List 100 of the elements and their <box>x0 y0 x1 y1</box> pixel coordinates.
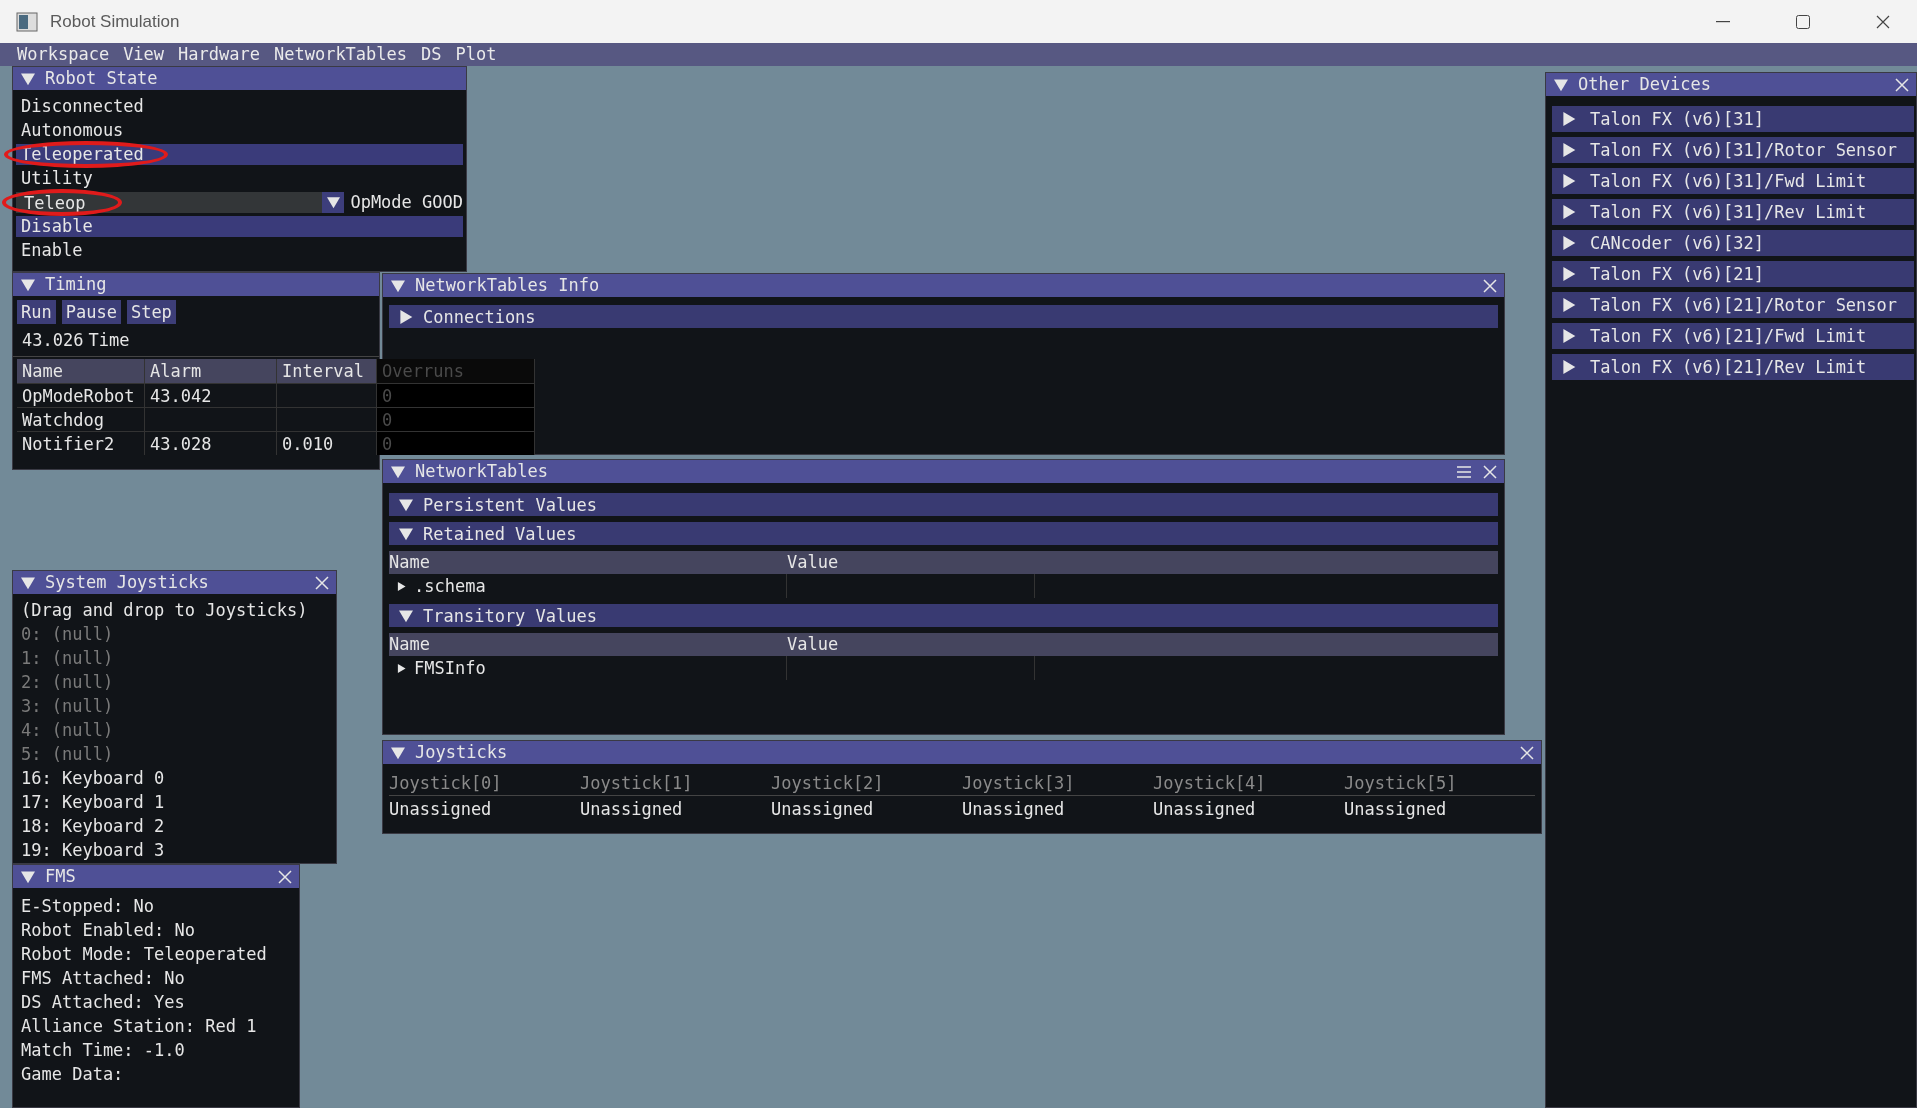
expand-triangle-icon[interactable] <box>1562 298 1576 312</box>
section-header[interactable]: Transitory Values <box>389 604 1498 627</box>
window-title-bar[interactable]: Robot State <box>13 67 466 90</box>
expand-triangle-icon[interactable] <box>1562 329 1576 343</box>
device-item[interactable]: CANcoder (v6)[32] <box>1552 230 1914 256</box>
mode-option[interactable]: Autonomous <box>16 120 463 141</box>
mode-option[interactable]: Disconnected <box>16 96 463 117</box>
device-item[interactable]: Talon FX (v6)[21] <box>1552 261 1914 287</box>
opmode-dropdown[interactable]: Teleop <box>16 192 345 213</box>
device-item[interactable]: Talon FX (v6)[21]/Fwd Limit <box>1552 323 1914 349</box>
window-title-bar[interactable]: NetworkTables <box>383 460 1504 483</box>
collapse-triangle-icon[interactable] <box>21 575 35 590</box>
section-header[interactable]: Persistent Values <box>389 493 1498 516</box>
mode-option[interactable]: Teleoperated <box>16 144 463 165</box>
collapse-triangle-icon[interactable] <box>326 196 340 209</box>
column-header: Name <box>17 359 145 383</box>
window-title: FMS <box>45 865 77 888</box>
collapse-triangle-icon[interactable] <box>21 277 35 292</box>
fms-status-line: Robot Mode: Teleoperated <box>20 943 268 966</box>
joystick-value: Unassigned <box>1153 798 1257 821</box>
joystick-value: Unassigned <box>962 798 1066 821</box>
collapse-triangle-icon[interactable] <box>391 464 405 479</box>
window-title-bar[interactable]: FMS <box>13 865 299 888</box>
expand-triangle-icon[interactable] <box>1562 205 1576 219</box>
device-item[interactable]: Talon FX (v6)[21]/Rev Limit <box>1552 354 1914 380</box>
expand-triangle-icon[interactable] <box>1562 360 1576 374</box>
sim-control-button[interactable]: Run <box>17 300 56 324</box>
sim-control-button[interactable]: Step <box>126 300 176 324</box>
column-header: Joystick[1] <box>580 770 771 796</box>
device-item[interactable]: Talon FX (v6)[31]/Fwd Limit <box>1552 168 1914 194</box>
menu-item[interactable]: View <box>123 43 165 66</box>
collapse-triangle-icon[interactable] <box>399 608 413 623</box>
tree-row[interactable]: FMSInfo <box>389 656 787 680</box>
expand-triangle-icon[interactable] <box>1562 112 1576 126</box>
fms-status-line: FMS Attached: No <box>20 967 186 990</box>
close-icon[interactable] <box>314 574 330 591</box>
expand-triangle-icon[interactable] <box>1562 174 1576 188</box>
close-icon[interactable] <box>1482 277 1498 294</box>
section-header[interactable]: Retained Values <box>389 522 1498 545</box>
joystick-item[interactable]: 1: (null) <box>16 646 333 670</box>
fms-status-line: Alliance Station: Red 1 <box>20 1015 258 1038</box>
joystick-value: Unassigned <box>1344 798 1448 821</box>
joystick-value: Unassigned <box>389 798 493 821</box>
expand-triangle-icon[interactable] <box>1562 143 1576 157</box>
collapse-triangle-icon[interactable] <box>391 745 405 760</box>
window-title: Other Devices <box>1578 73 1713 96</box>
device-item[interactable]: Talon FX (v6)[21]/Rotor Sensor <box>1552 292 1914 318</box>
window-title-bar[interactable]: Timing <box>13 273 379 296</box>
menu-item[interactable]: Hardware <box>178 43 260 66</box>
window-title: Timing <box>45 273 108 296</box>
section-header[interactable]: Connections <box>389 305 1498 328</box>
menu-item[interactable]: DS <box>421 43 442 66</box>
expand-triangle-icon[interactable] <box>1562 267 1576 281</box>
device-item[interactable]: Talon FX (v6)[31]/Rotor Sensor <box>1552 137 1914 163</box>
table-cell: 43.042 <box>145 383 277 407</box>
enable-option[interactable]: Enable <box>16 240 463 261</box>
collapse-triangle-icon[interactable] <box>1554 77 1568 92</box>
menu-icon[interactable] <box>1456 464 1472 479</box>
menu-item[interactable]: Workspace <box>17 43 110 66</box>
column-header: Joystick[5] <box>1344 770 1535 796</box>
window-title: Robot Simulation <box>50 11 181 32</box>
joystick-item[interactable]: 5: (null) <box>16 742 333 766</box>
close-icon[interactable] <box>1894 76 1910 93</box>
joystick-item[interactable]: 18: Keyboard 2 <box>16 814 333 838</box>
window-title-bar[interactable]: NetworkTables Info <box>383 274 1504 297</box>
sim-control-button[interactable]: Pause <box>61 300 121 324</box>
collapse-triangle-icon[interactable] <box>399 497 413 512</box>
joystick-item[interactable]: 16: Keyboard 0 <box>16 766 333 790</box>
collapse-triangle-icon[interactable] <box>391 278 405 293</box>
column-header: Joystick[0] <box>389 770 580 796</box>
enable-option[interactable]: Disable <box>16 216 463 237</box>
joystick-item[interactable]: 2: (null) <box>16 670 333 694</box>
expand-triangle-icon[interactable] <box>397 663 406 673</box>
expand-triangle-icon[interactable] <box>397 581 406 591</box>
menu-item[interactable]: NetworkTables <box>273 43 408 66</box>
collapse-triangle-icon[interactable] <box>21 71 35 86</box>
column-header: Interval <box>277 359 377 383</box>
window-title-bar[interactable]: Other Devices <box>1546 73 1916 96</box>
joystick-item[interactable]: 19: Keyboard 3 <box>16 838 333 862</box>
opmode-status: OpMode GOOD <box>350 192 463 213</box>
maximize-icon <box>1796 14 1810 29</box>
expand-triangle-icon[interactable] <box>399 309 413 324</box>
mode-option[interactable]: Utility <box>16 168 463 189</box>
expand-triangle-icon[interactable] <box>1562 236 1576 250</box>
close-icon[interactable] <box>1482 463 1498 480</box>
close-icon[interactable] <box>277 868 293 885</box>
joystick-item[interactable]: 0: (null) <box>16 622 333 646</box>
column-header: Joystick[2] <box>771 770 962 796</box>
collapse-triangle-icon[interactable] <box>21 869 35 884</box>
device-item[interactable]: Talon FX (v6)[31] <box>1552 106 1914 132</box>
device-item[interactable]: Talon FX (v6)[31]/Rev Limit <box>1552 199 1914 225</box>
collapse-triangle-icon[interactable] <box>399 526 413 541</box>
close-icon[interactable] <box>1519 744 1535 761</box>
window-title-bar[interactable]: Joysticks <box>383 741 1541 764</box>
menu-item[interactable]: Plot <box>455 43 497 66</box>
window-title-bar[interactable]: System Joysticks <box>13 571 336 594</box>
joystick-item[interactable]: 17: Keyboard 1 <box>16 790 333 814</box>
tree-row[interactable]: .schema <box>389 574 787 598</box>
joystick-item[interactable]: 3: (null) <box>16 694 333 718</box>
joystick-item[interactable]: 4: (null) <box>16 718 333 742</box>
